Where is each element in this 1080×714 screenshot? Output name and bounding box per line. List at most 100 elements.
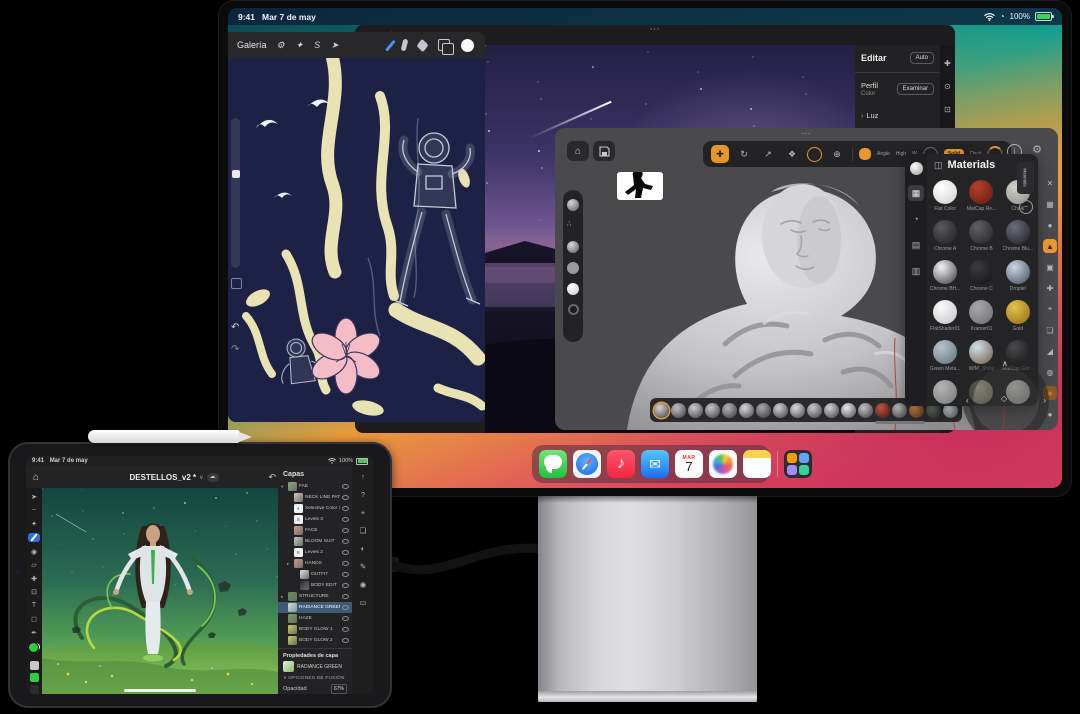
falloff-sphere-icon[interactable] [567,241,579,253]
visibility-eye-icon[interactable] [342,616,349,621]
undo-icon[interactable]: ↶ [268,472,276,483]
move-tool[interactable]: ➤ [28,493,40,501]
visibility-eye-icon[interactable] [342,572,349,577]
save-button[interactable] [593,141,615,161]
home-icon[interactable]: ⌂ [33,472,39,483]
collapse-panel-icon[interactable]: ◫ [934,160,943,171]
material-swatch[interactable]: Chrome B [969,220,994,260]
alpha-stencil-thumbnail[interactable] [617,172,663,200]
brush-tool-icon[interactable] [384,39,395,51]
material-swatch[interactable]: Chrome Blu... [1003,220,1033,260]
material-swatch[interactable]: Flat Color [933,180,958,220]
dock-photos-icon[interactable] [709,450,737,478]
material-swatch[interactable]: Gold [1005,300,1030,340]
blend-options-header[interactable]: ∨ OPCIONES DE FUSIÓN [278,673,352,682]
home-view-icon[interactable]: ◇ [1001,394,1007,403]
magic-wand-tool[interactable]: ✦ [28,520,40,528]
brush-preview-sphere[interactable] [567,199,579,211]
foreground-color[interactable] [28,642,39,654]
dock-music-icon[interactable] [607,450,635,478]
clone-icon[interactable]: ◉ [360,580,367,589]
material-swatch[interactable]: Chrome BH... [930,260,960,300]
sculpt-brush-1[interactable] [654,402,669,418]
window-handle-icon[interactable]: ⋯ [555,128,1058,139]
eyedropper-tool[interactable]: ✒ [28,629,40,637]
snap-toggle-button[interactable] [859,148,871,160]
orbit-right-icon[interactable]: › [1043,396,1046,405]
material-preview-sphere[interactable]: ● [909,162,923,175]
opacity-value[interactable]: 67% [330,684,347,694]
auto-button[interactable]: Auto [909,52,934,64]
clone-stamp-tool[interactable]: ◉ [28,548,40,556]
frame-icon[interactable]: ❏ [1043,323,1057,337]
draw-icon[interactable]: ✎ [360,562,366,571]
home-indicator[interactable] [124,689,196,692]
sculpt-brush-7[interactable] [756,402,771,418]
sculpt-brush-14[interactable] [875,402,890,418]
material-swatch[interactable]: FlatShader01 [930,300,960,340]
cube-icon[interactable]: ▣ [1043,260,1057,274]
document-title[interactable]: DESTELLOS_v2 * [129,473,196,482]
visibility-eye-icon[interactable] [342,495,349,500]
sculpt-brush-10[interactable] [807,402,822,418]
sculpt-brush-5[interactable] [722,402,737,418]
visibility-eye-icon[interactable] [342,484,349,489]
materials-drag-tab[interactable]: Materials [1017,162,1034,194]
crop-tool[interactable]: ⊡ [28,588,40,596]
layers-panel-icon[interactable] [438,39,454,55]
dock-app-library-icon[interactable] [784,450,812,478]
sculpt-brush-12[interactable] [841,402,856,418]
transform-icon[interactable]: ➤ [331,40,339,51]
layer-row[interactable]: BODY GLOW 1 [278,624,352,635]
material-swatch[interactable]: Green Meta... [930,340,960,380]
shape-tool[interactable]: ◻ [28,615,40,623]
sculpt-brush-9[interactable] [790,402,805,418]
sculpt-brush-2[interactable] [671,402,686,418]
sculpt-brush-11[interactable] [824,402,839,418]
group-icon[interactable]: ❏ [360,526,367,535]
color-swatches[interactable] [28,642,40,654]
layer-row[interactable]: ≡ Levels 2 [278,547,352,558]
layers-icon[interactable]: ◍ [1043,365,1057,379]
layer-row[interactable]: ▸ HANDS [278,558,352,569]
white-material-icon[interactable] [567,283,579,295]
redo-icon[interactable]: ↷ [231,344,239,355]
layer-row[interactable]: BODY EDIT [278,580,352,591]
environment-icon[interactable]: ▲ [1043,239,1057,253]
world-space-button[interactable]: ⊕ [828,145,846,163]
snap-icon[interactable]: ⌖ [1043,302,1057,316]
eraser-tool[interactable]: ▱ [28,561,40,569]
pivot-button[interactable] [807,146,822,162]
grid-icon[interactable]: ▦ [1043,197,1057,211]
dock-safari-icon[interactable] [573,450,601,478]
material-swatch[interactable]: Kramer01 [969,300,994,340]
visibility-eye-icon[interactable] [342,638,349,643]
slider-knob[interactable] [231,170,240,178]
matcap-icon[interactable]: ● [1043,218,1057,232]
orbit-left-icon[interactable]: ‹ [966,396,969,405]
material-swatch[interactable]: Droplet [1005,260,1030,300]
visibility-eye-icon[interactable] [342,517,349,522]
layer-row[interactable]: BLOOM SUIT [278,536,352,547]
add-layer-icon[interactable]: + [361,508,365,517]
material-swatch[interactable]: Chrome A [933,220,958,260]
swatch-dark[interactable] [29,684,39,694]
brush-tool[interactable] [28,533,40,543]
smudge-tool-icon[interactable] [400,38,409,52]
light-section-row[interactable]: › Luz [861,105,934,123]
heal-icon[interactable]: ✚ [944,59,951,68]
control-center-icon[interactable]: ◔ [1000,12,1005,21]
layer-row[interactable]: NECK LINE PATCH [278,492,352,503]
modify-button[interactable] [231,278,242,289]
sculpt-brush-13[interactable] [858,402,873,418]
brush-size-slider[interactable] [231,118,240,268]
grid-view-icon[interactable]: ▦ [908,185,924,201]
layer-row[interactable]: OUTFIT [278,569,352,580]
procreate-canvas[interactable] [228,58,485,422]
dock-mail-icon[interactable] [641,450,669,478]
visibility-eye-icon[interactable] [342,506,349,511]
move-gizmo-button[interactable]: ✚ [711,145,729,163]
sculpt-brush-8[interactable] [773,402,788,418]
eye-icon[interactable]: ⊙ [944,82,951,91]
selection-icon[interactable]: S [314,40,320,50]
